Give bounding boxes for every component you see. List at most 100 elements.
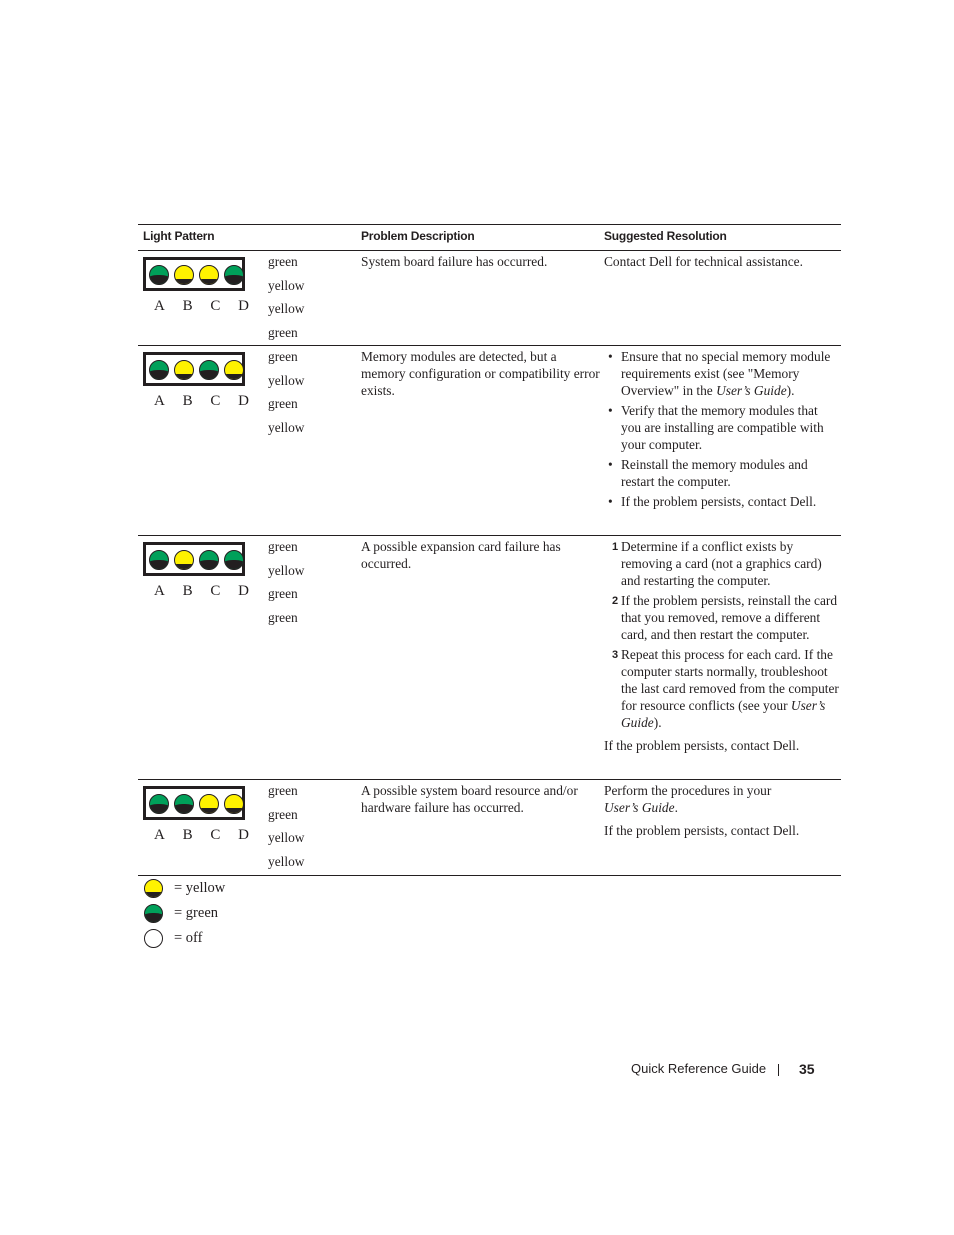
light-letter: C <box>210 583 221 599</box>
light-letter: D <box>238 298 249 314</box>
resolution-note: If the problem persists, contact Dell. <box>604 738 800 753</box>
light-letter: A <box>154 827 165 843</box>
light-letter: D <box>238 583 249 599</box>
light-color-label: green <box>268 324 298 340</box>
resolution-step: 2 If the problem persists, reinstall the … <box>612 593 838 642</box>
resolution-step: 3 Repeat this process for each card. If t… <box>612 647 839 730</box>
yellow-light-icon <box>144 879 163 898</box>
resolution-text: Perform the procedures in your User’s Gu… <box>604 783 772 815</box>
suggested-resolution: 1 Determine if a conflict exists by remov… <box>604 538 841 754</box>
light-color-label: green <box>268 254 298 269</box>
suggested-resolution: Contact Dell for technical assistance. <box>604 253 841 270</box>
table-row: A B C D green yellow yellow green System board… <box>138 251 841 346</box>
legend-item-yellow: = yellow <box>144 876 225 901</box>
green-light-icon <box>149 265 169 285</box>
yellow-light-icon <box>224 360 244 380</box>
bullet-icon: • <box>608 403 613 418</box>
yellow-light-icon <box>174 550 194 570</box>
users-guide-reference: User’s Guide <box>716 383 787 398</box>
light-color-label: yellow <box>268 853 305 869</box>
light-letter: B <box>182 827 193 843</box>
problem-description: System board failure has occurred. <box>361 254 548 269</box>
light-letter: B <box>182 298 193 314</box>
light-letter: B <box>182 393 193 409</box>
light-letter-labels: A B C D <box>154 827 249 844</box>
bullet-icon: • <box>608 494 613 509</box>
light-color-label: green <box>268 539 298 554</box>
light-color-label: green <box>268 396 298 411</box>
light-color-label: green <box>268 586 298 601</box>
diagnostic-light-panel <box>143 786 245 820</box>
yellow-light-icon <box>174 265 194 285</box>
diagnostic-light-panel <box>143 257 245 291</box>
page-footer: Quick Reference Guide 35 <box>631 1061 815 1077</box>
light-letter: A <box>154 298 165 314</box>
off-light-icon <box>144 929 163 948</box>
light-color-list: green green yellow yellow <box>268 782 304 876</box>
light-legend: = yellow = green = off <box>144 876 225 951</box>
table-row: A B C D green green yellow yellow A possible s… <box>138 780 841 876</box>
yellow-light-icon <box>199 794 219 814</box>
bullet-icon: • <box>608 349 613 364</box>
light-color-label: green <box>268 609 298 625</box>
problem-description: Memory modules are detected, but a memor… <box>361 349 600 398</box>
green-light-icon <box>149 794 169 814</box>
light-letter-labels: A B C D <box>154 583 249 600</box>
users-guide-reference: User’s Guide <box>604 800 675 815</box>
light-color-label: yellow <box>268 277 305 293</box>
yellow-light-icon <box>199 265 219 285</box>
suggested-resolution: Perform the procedures in your User’s Gu… <box>604 782 841 839</box>
problem-description: A possible system board resource and/or … <box>361 783 578 815</box>
green-light-icon <box>224 550 244 570</box>
footer-title: Quick Reference Guide <box>631 1061 767 1076</box>
bullet-icon: • <box>608 457 613 472</box>
table-row: A B C D green yellow green yellow Memory modul… <box>138 346 841 536</box>
light-color-label: yellow <box>268 830 305 845</box>
light-color-list: green yellow green green <box>268 538 304 632</box>
footer-divider <box>778 1064 779 1076</box>
light-color-label: green <box>268 806 298 822</box>
light-letter-labels: A B C D <box>154 393 249 410</box>
green-light-icon <box>144 904 163 923</box>
resolution-bullet: • If the problem persists, contact Dell. <box>608 494 817 509</box>
resolution-step: 1 Determine if a conflict exists by remov… <box>612 539 822 588</box>
suggested-resolution: • Ensure that no special memory module re… <box>604 348 841 513</box>
resolution-text: Contact Dell for technical assistance. <box>604 254 803 269</box>
green-light-icon <box>199 550 219 570</box>
green-light-icon <box>149 360 169 380</box>
resolution-note: If the problem persists, contact Dell. <box>604 823 800 838</box>
problem-description: A possible expansion card failure has oc… <box>361 539 561 571</box>
light-color-label: green <box>268 783 298 798</box>
green-light-icon <box>199 360 219 380</box>
green-light-icon <box>224 265 244 285</box>
diagnostic-light-panel <box>143 542 245 576</box>
light-letter: C <box>210 298 221 314</box>
diagnostic-light-panel <box>143 352 245 386</box>
light-letter: D <box>238 393 249 409</box>
light-color-label: yellow <box>268 372 305 388</box>
light-letter-labels: A B C D <box>154 298 249 315</box>
light-letter: C <box>210 827 221 843</box>
light-color-label: green <box>268 349 298 364</box>
light-color-list: green yellow yellow green <box>268 253 304 347</box>
light-letter: D <box>238 827 249 843</box>
resolution-bullet: • Reinstall the memory modules and restar… <box>608 457 808 489</box>
light-letter: A <box>154 583 165 599</box>
table-row: A B C D green yellow green green A possible ex… <box>138 536 841 780</box>
header-problem-description: Problem Description <box>361 229 475 243</box>
light-color-list: green yellow green yellow <box>268 348 304 442</box>
resolution-bullet: • Ensure that no special memory module re… <box>608 349 831 398</box>
light-color-label: yellow <box>268 562 305 578</box>
diagnostic-lights-table: Light Pattern Problem Description Sugges… <box>138 224 841 876</box>
light-letter: B <box>182 583 193 599</box>
legend-item-green: = green <box>144 901 225 926</box>
legend-item-off: = off <box>144 926 225 951</box>
yellow-light-icon <box>174 360 194 380</box>
light-letter: A <box>154 393 165 409</box>
table-header: Light Pattern Problem Description Sugges… <box>138 224 841 251</box>
green-light-icon <box>149 550 169 570</box>
yellow-light-icon <box>224 794 244 814</box>
header-light-pattern: Light Pattern <box>143 229 215 243</box>
resolution-bullet: • Verify that the memory modules that you… <box>608 403 824 452</box>
light-color-label: yellow <box>268 419 305 435</box>
